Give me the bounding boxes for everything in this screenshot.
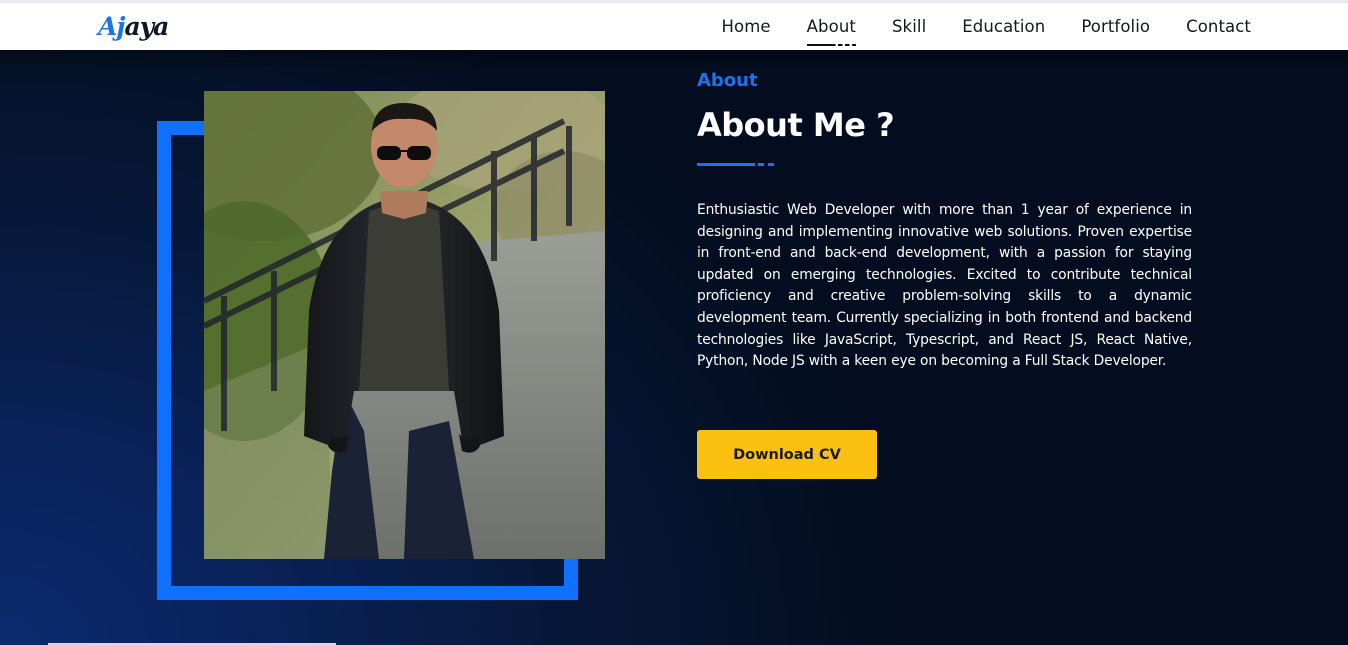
brand-logo[interactable]: Aj aya — [98, 12, 169, 42]
download-cv-button[interactable]: Download CV — [697, 430, 877, 479]
nav-item-portfolio[interactable]: Portfolio — [1081, 17, 1150, 36]
logo-text-part2: aya — [124, 12, 169, 41]
title-underline-dash-long — [697, 163, 755, 166]
profile-photo — [204, 91, 605, 559]
about-section: About About Me ? Enthusiastic Web Develo… — [0, 50, 1348, 645]
navbar: Aj aya Home About Skill Education Portfol… — [0, 3, 1348, 50]
section-title: About Me ? — [697, 106, 895, 144]
title-underline-dash-short — [758, 163, 764, 166]
nav-item-skill[interactable]: Skill — [892, 17, 926, 36]
active-nav-indicator — [806, 44, 856, 46]
about-bio: Enthusiastic Web Developer with more tha… — [697, 202, 1192, 370]
nav-item-contact[interactable]: Contact — [1186, 17, 1251, 36]
title-underline-dash-short — [768, 163, 774, 166]
main-nav: Home About Skill Education Portfolio Con… — [722, 3, 1251, 50]
section-label: About — [697, 70, 758, 91]
nav-item-education[interactable]: Education — [962, 17, 1045, 36]
nav-item-home[interactable]: Home — [722, 17, 771, 36]
profile-photo-illustration — [204, 91, 605, 559]
nav-item-about-label: About — [806, 17, 856, 36]
nav-item-about[interactable]: About — [806, 17, 856, 46]
navbar-shadow — [0, 50, 1348, 72]
logo-text-part1: Aj — [98, 12, 125, 41]
title-underline — [697, 163, 777, 166]
